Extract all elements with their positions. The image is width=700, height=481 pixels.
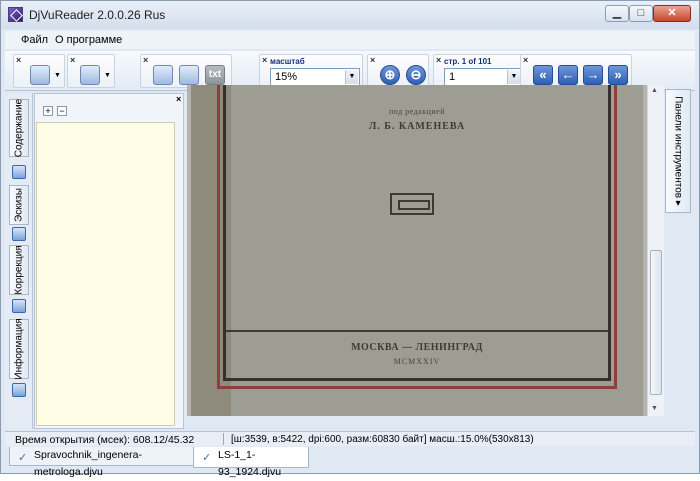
single-page-icon[interactable] bbox=[153, 65, 173, 85]
text-icon[interactable]: txt bbox=[205, 65, 225, 85]
status-page-info: [ш:3539, в:5422, dpi:600, разм:60830 бай… bbox=[231, 434, 534, 445]
page-icon[interactable] bbox=[80, 65, 100, 85]
collapse-icon[interactable]: − bbox=[57, 106, 67, 116]
toolbar-group-view: × txt bbox=[140, 54, 232, 88]
document-tabs: ✓ Spravochnik_ingenera-metrologa.djvu ✓ … bbox=[5, 447, 695, 478]
sidebar-panel: × + − bbox=[34, 93, 184, 429]
first-page-icon[interactable]: « bbox=[533, 65, 553, 85]
close-icon[interactable]: × bbox=[70, 56, 75, 65]
scroll-thumb[interactable] bbox=[650, 250, 662, 395]
close-icon[interactable]: × bbox=[16, 56, 21, 65]
toolbar-group-zoom: × ⊕ ⊖ bbox=[367, 54, 429, 88]
minimize-button[interactable]: ▁ bbox=[605, 5, 629, 22]
title-bar[interactable]: DjVuReader 2.0.0.26 Rus ▁ □ ✕ bbox=[1, 1, 699, 29]
close-icon[interactable]: × bbox=[436, 56, 441, 65]
status-open-time: Время открытия (мсек): 608.12/45.32 bbox=[15, 434, 195, 446]
page-rule bbox=[226, 330, 608, 332]
document-page: под редакцией Л. Б. КАМЕНЕВА МОСКВА — ЛЕ… bbox=[191, 85, 643, 416]
sidebar-tabs: Содержание Эскизы Коррекция Информация bbox=[5, 93, 33, 429]
app-window: DjVuReader 2.0.0.26 Rus ▁ □ ✕ Файл О про… bbox=[0, 0, 700, 478]
chevron-down-icon[interactable]: ▼ bbox=[104, 72, 111, 79]
toolbar-group-pages: × стр. 1 of 101 1 ▼ bbox=[433, 54, 525, 88]
book-city: МОСКВА — ЛЕНИНГРАД bbox=[351, 342, 483, 353]
status-bar: Время открытия (мсек): 608.12/45.32 [ш:3… bbox=[5, 431, 695, 446]
tab-contents[interactable]: Содержание bbox=[9, 99, 29, 157]
image-icon[interactable] bbox=[179, 65, 199, 85]
tab-toolbars-panel[interactable]: Панели инструментов ▸ bbox=[665, 89, 691, 213]
zoom-in-icon[interactable]: ⊕ bbox=[380, 65, 400, 85]
scale-label: масштаб bbox=[270, 57, 305, 66]
vertical-scrollbar[interactable]: ▲ ▼ bbox=[647, 85, 664, 416]
book-editor: Л. Б. КАМЕНЕВА bbox=[368, 121, 466, 132]
next-page-icon[interactable]: → bbox=[583, 65, 603, 85]
toolbar-group-scale: × масштаб 15% ▼ bbox=[259, 54, 363, 88]
expand-icon[interactable]: + bbox=[43, 106, 53, 116]
chevron-down-icon[interactable]: ▼ bbox=[507, 70, 520, 84]
thumbnails-icon[interactable] bbox=[12, 227, 26, 241]
tab-correction[interactable]: Коррекция bbox=[9, 245, 29, 295]
scale-select[interactable]: 15% ▼ bbox=[270, 68, 360, 86]
app-icon bbox=[8, 7, 23, 22]
contents-tree[interactable] bbox=[36, 122, 175, 426]
zoom-out-icon[interactable]: ⊖ bbox=[406, 65, 426, 85]
toolbar-group-navigation: × « ← → » bbox=[520, 54, 632, 88]
tab-info[interactable]: Информация bbox=[9, 318, 29, 380]
book-subtitle: под редакцией bbox=[389, 107, 445, 116]
scroll-up-icon[interactable]: ▲ bbox=[651, 87, 658, 94]
chevron-down-icon[interactable]: ▼ bbox=[54, 72, 61, 79]
page-label: стр. 1 of 101 bbox=[444, 57, 492, 66]
window-title: DjVuReader 2.0.0.26 Rus bbox=[29, 8, 166, 22]
page-select[interactable]: 1 ▼ bbox=[444, 68, 522, 86]
close-icon[interactable]: × bbox=[523, 56, 528, 65]
menu-about[interactable]: О программе bbox=[55, 34, 122, 46]
publisher-emblem bbox=[390, 193, 434, 215]
last-page-icon[interactable]: » bbox=[608, 65, 628, 85]
document-icon: ✓ bbox=[202, 452, 212, 464]
doc-tab-1[interactable]: ✓ Spravochnik_ingenera-metrologa.djvu bbox=[9, 447, 194, 478]
tab-thumbnails[interactable]: Эскизы bbox=[9, 185, 29, 225]
scale-value: 15% bbox=[275, 71, 298, 83]
doc-tab-2[interactable]: ✓ LS-1_1-93_1924.djvu bbox=[193, 447, 309, 478]
menu-file[interactable]: Файл bbox=[21, 34, 48, 46]
close-icon[interactable]: × bbox=[143, 56, 148, 65]
layout-icon[interactable] bbox=[30, 65, 50, 85]
scroll-down-icon[interactable]: ▼ bbox=[651, 405, 658, 412]
prev-page-icon[interactable]: ← bbox=[558, 65, 578, 85]
close-button[interactable]: ✕ bbox=[653, 5, 691, 22]
toolbar-group-page: × ▼ bbox=[67, 54, 115, 88]
menu-bar: Файл О программе bbox=[5, 31, 695, 49]
close-icon[interactable]: × bbox=[176, 94, 181, 104]
chevron-down-icon[interactable]: ▼ bbox=[345, 70, 358, 84]
toolbar-group-layout: × ▼ bbox=[13, 54, 65, 88]
book-year: MCMXXIV bbox=[393, 357, 441, 366]
close-icon[interactable]: × bbox=[262, 56, 267, 65]
maximize-button[interactable]: □ bbox=[629, 5, 653, 22]
correction-icon[interactable] bbox=[12, 299, 26, 313]
status-divider bbox=[223, 433, 224, 445]
close-icon[interactable]: × bbox=[370, 56, 375, 65]
document-icon: ✓ bbox=[18, 452, 28, 464]
document-view[interactable]: под редакцией Л. Б. КАМЕНЕВА МОСКВА — ЛЕ… bbox=[187, 85, 664, 416]
info-icon[interactable] bbox=[12, 383, 26, 397]
contents-icon[interactable] bbox=[12, 165, 26, 179]
page-value: 1 bbox=[449, 71, 456, 83]
